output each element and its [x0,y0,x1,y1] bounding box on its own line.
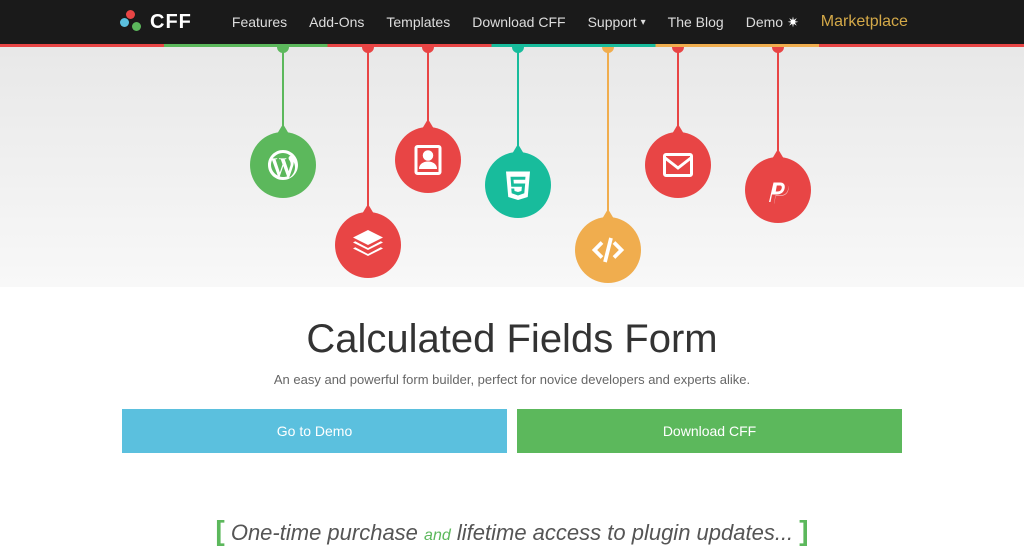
pendant-wordpress [250,47,316,198]
content: Calculated Fields Form An easy and power… [0,287,1024,503]
nav-support[interactable]: Support ▾ [588,14,646,30]
nav-download[interactable]: Download CFF [472,14,565,30]
profile-icon [395,127,461,193]
nav-support-label: Support [588,14,637,30]
code-icon [575,217,641,283]
paypal-icon [745,157,811,223]
logo-icon [120,10,144,34]
bracket-open: [ [215,515,224,546]
slogan: [ One-time purchase and lifetime access … [0,503,1024,559]
pendant-paypal [745,47,811,223]
navbar: CFF Features Add-Ons Templates Download … [0,0,1024,44]
pendant-profile [395,47,461,193]
hero-area [0,47,1024,287]
chevron-down-icon: ▾ [641,17,646,28]
nav-templates[interactable]: Templates [386,14,450,30]
nav-blog[interactable]: The Blog [668,14,724,30]
nav-demo-label: Demo [746,14,783,30]
page-title: Calculated Fields Form [20,317,1004,362]
pendant-layers [335,47,401,278]
pendants [0,47,1024,287]
nav-addons[interactable]: Add-Ons [309,14,364,30]
wordpress-icon [250,132,316,198]
logo-text: CFF [150,11,192,34]
cta-buttons: Go to Demo Download CFF [122,409,902,453]
go-to-demo-button[interactable]: Go to Demo [122,409,507,453]
pendant-code [575,47,641,283]
nav-features[interactable]: Features [232,14,287,30]
snowflake-icon: ✷ [787,14,799,31]
pendant-html5 [485,47,551,218]
nav-demo[interactable]: Demo ✷ [746,14,799,31]
layers-icon [335,212,401,278]
mail-icon [645,132,711,198]
slogan-part2: lifetime access to plugin updates... [457,520,793,545]
nav-marketplace[interactable]: Marketplace [821,13,908,31]
slogan-and: and [424,527,451,544]
pendant-mail [645,47,711,198]
download-cff-button[interactable]: Download CFF [517,409,902,453]
nav-items: Features Add-Ons Templates Download CFF … [232,13,908,31]
slogan-part1: One-time purchase [231,520,418,545]
page-subtitle: An easy and powerful form builder, perfe… [20,372,1004,387]
bracket-close: ] [799,515,808,546]
logo[interactable]: CFF [120,10,192,34]
html5-icon [485,152,551,218]
